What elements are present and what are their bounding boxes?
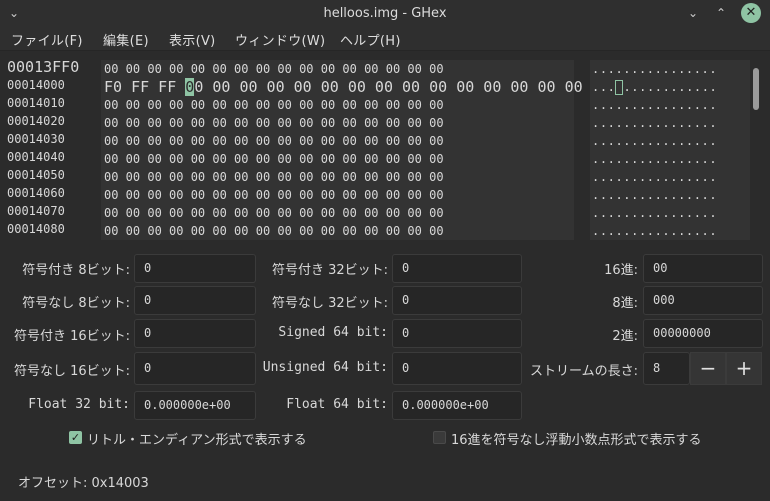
unsigned8-field[interactable]: 0 — [134, 286, 256, 315]
address-row: 00014050 — [7, 168, 65, 182]
address-row: 00014010 — [7, 96, 65, 110]
stream-length-input[interactable]: 8 — [643, 352, 690, 385]
decrement-button[interactable]: − — [690, 352, 726, 385]
unsigned8-label: 符号なし 8ビット: — [22, 296, 130, 311]
address-row: 00014060 — [7, 186, 65, 200]
little-endian-checkbox[interactable]: ✓ — [69, 431, 82, 444]
hex-row[interactable]: 00 00 00 00 00 00 00 00 00 00 00 00 00 0… — [104, 168, 574, 186]
address-row: 00014020 — [7, 114, 65, 128]
menu-bar: ファイル(F) 編集(E) 表示(V) ウィンドウ(W) ヘルプ(H) — [0, 27, 770, 51]
ascii-area[interactable]: ................ ............... .......… — [590, 60, 750, 240]
octal-field[interactable]: 000 — [643, 286, 763, 315]
unsigned32-label: 符号なし 32ビット: — [271, 296, 388, 311]
menu-edit[interactable]: 編集(E) — [103, 30, 149, 49]
address-row: 00014040 — [7, 150, 65, 164]
hex-row[interactable]: 00 00 00 00 00 00 00 00 00 00 00 00 00 0… — [104, 204, 574, 222]
signed8-field[interactable]: 0 — [134, 254, 256, 283]
hex-bytes-area[interactable]: 00 00 00 00 00 00 00 00 00 00 00 00 00 0… — [101, 60, 583, 240]
ascii-after-cursor: ............ — [623, 80, 718, 94]
hex-cursor[interactable]: 0 — [185, 78, 195, 96]
signed8-label: 符号付き 8ビット: — [22, 263, 130, 278]
hex-row[interactable]: 00 00 00 00 00 00 00 00 00 00 00 00 00 0… — [104, 114, 574, 132]
minimize-icon[interactable]: ⌄ — [685, 5, 701, 21]
signed16-field[interactable]: 0 — [134, 319, 256, 348]
stream-length-label: ストリームの長さ: — [530, 364, 638, 379]
hex-row[interactable]: 00 00 00 00 00 00 00 00 00 00 00 00 00 0… — [104, 96, 574, 114]
ascii-row[interactable]: ................ — [592, 186, 750, 204]
signed32-label: 符号付き 32ビット: — [271, 263, 388, 278]
title-bar: ⌄ helloos.img - GHex ⌄ ⌃ ✕ — [0, 0, 770, 27]
signed16-label: 符号付き 16ビット: — [13, 329, 130, 344]
unsigned16-label: 符号なし 16ビット: — [13, 364, 130, 379]
float64-label: Float 64 bit: — [286, 397, 388, 412]
ascii-row[interactable]: ................ — [592, 132, 750, 150]
menu-window[interactable]: ウィンドウ(W) — [235, 30, 325, 49]
little-endian-label[interactable]: リトル・エンディアン形式で表示する — [87, 429, 307, 448]
hex-bytes-before-cursor: F0 FF FF — [104, 78, 186, 96]
unsigned-hex-label[interactable]: 16進を符号なし浮動小数点形式で表示する — [451, 429, 702, 448]
float64-field[interactable]: 0.000000e+00 — [392, 391, 522, 420]
signed32-field[interactable]: 0 — [392, 254, 522, 283]
ascii-row[interactable]: ................ — [592, 114, 750, 132]
ascii-row-active[interactable]: ............... — [592, 78, 750, 96]
hex-field[interactable]: 00 — [643, 254, 763, 283]
hex-row-active[interactable]: F0 FF FF 00 00 00 00 00 00 00 00 00 00 0… — [104, 78, 583, 96]
offset-status: オフセット: 0x14003 — [18, 476, 149, 491]
hex-bytes-after-cursor: 0 00 00 00 00 00 00 00 00 00 00 00 00 00… — [194, 78, 583, 96]
ascii-row[interactable]: ................ — [592, 96, 750, 114]
menu-view[interactable]: 表示(V) — [169, 30, 216, 49]
hex-row[interactable]: 00 00 00 00 00 00 00 00 00 00 00 00 00 0… — [104, 186, 574, 204]
menu-help[interactable]: ヘルプ(H) — [340, 30, 401, 49]
address-row: 00014030 — [7, 132, 65, 146]
hex-row[interactable]: 00 00 00 00 00 00 00 00 00 00 00 00 00 0… — [104, 132, 574, 150]
unsigned64-label: Unsigned 64 bit: — [262, 360, 388, 375]
hex-row[interactable]: 00 00 00 00 00 00 00 00 00 00 00 00 00 0… — [104, 60, 574, 78]
hex-row[interactable]: 00 00 00 00 00 00 00 00 00 00 00 00 00 0… — [104, 150, 574, 168]
ascii-row[interactable]: ................ — [592, 168, 750, 186]
unsigned16-field[interactable]: 0 — [134, 352, 256, 385]
address-row: 00013FF0 — [7, 58, 80, 76]
ascii-row[interactable]: ................ — [592, 204, 750, 222]
float32-field[interactable]: 0.000000e+00 — [134, 391, 256, 420]
address-column: 00013FF0 00014000 00014010 00014020 0001… — [7, 58, 99, 238]
binary-label: 2進: — [612, 329, 638, 344]
binary-field[interactable]: 00000000 — [643, 319, 763, 348]
unsigned32-field[interactable]: 0 — [392, 286, 522, 315]
signed64-label: Signed 64 bit: — [278, 325, 388, 340]
address-row: 00014080 — [7, 222, 65, 236]
signed64-field[interactable]: 0 — [392, 319, 522, 348]
menu-file[interactable]: ファイル(F) — [11, 30, 83, 49]
window-title: helloos.img - GHex — [323, 6, 447, 21]
increment-button[interactable]: + — [726, 352, 762, 385]
unsigned-hex-checkbox[interactable] — [433, 431, 446, 444]
vertical-scrollbar[interactable] — [753, 68, 759, 110]
address-row: 00014000 — [7, 78, 65, 92]
ascii-row[interactable]: ................ — [592, 222, 750, 240]
hex-row[interactable]: 00 00 00 00 00 00 00 00 00 00 00 00 00 0… — [104, 222, 574, 240]
ascii-before-cursor: ... — [592, 80, 616, 94]
hex-label: 16進: — [604, 263, 638, 278]
octal-label: 8進: — [612, 296, 638, 311]
close-icon[interactable]: ✕ — [741, 3, 761, 23]
hex-view: 00013FF0 00014000 00014010 00014020 0001… — [0, 58, 770, 241]
float32-label: Float 32 bit: — [28, 397, 130, 412]
maximize-icon[interactable]: ⌃ — [713, 5, 729, 21]
ascii-row[interactable]: ................ — [592, 150, 750, 168]
ascii-row[interactable]: ................ — [592, 60, 750, 78]
address-row: 00014070 — [7, 204, 65, 218]
